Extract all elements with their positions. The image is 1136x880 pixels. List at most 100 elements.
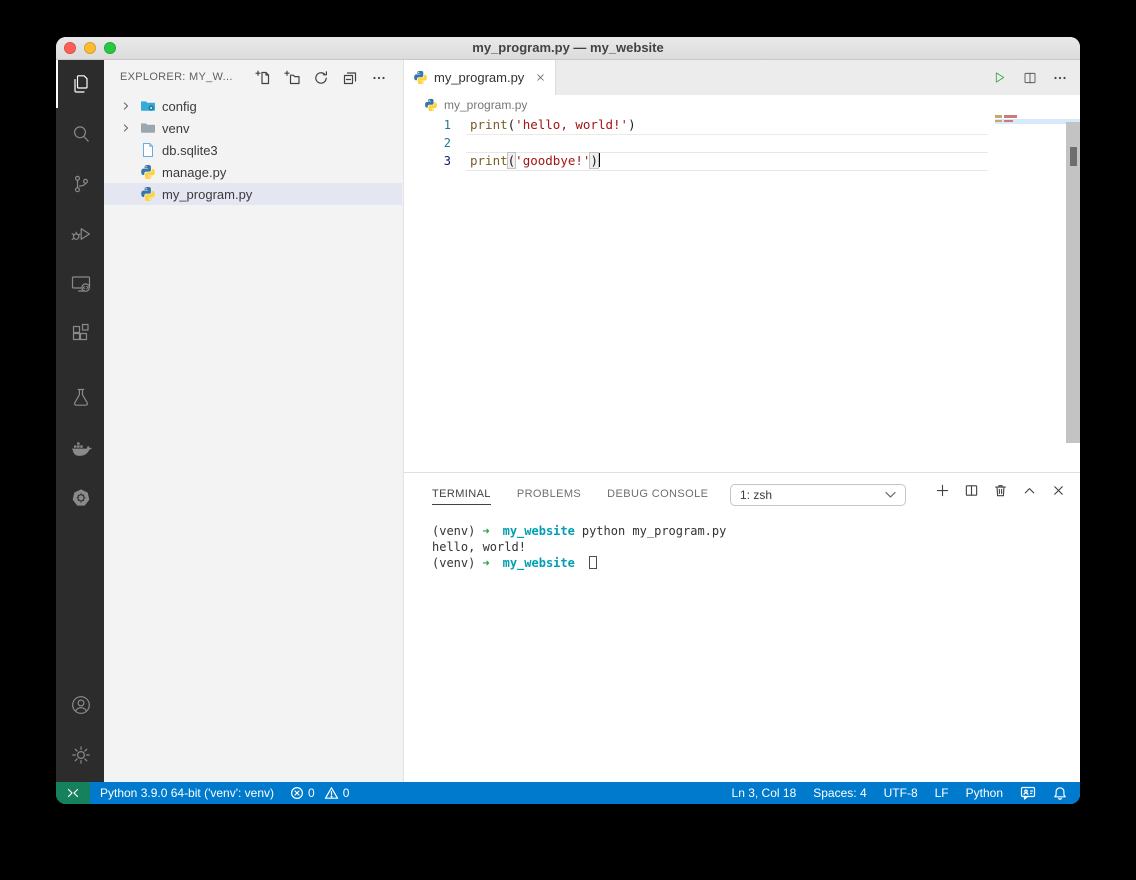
terminal-line: (venv)➜my_websitepython my_program.py xyxy=(432,523,1070,539)
folder-icon xyxy=(140,120,156,136)
terminal-output[interactable]: (venv)➜my_websitepython my_program.py he… xyxy=(432,523,1070,571)
remote-icon xyxy=(66,787,80,800)
code-line-2[interactable]: 2 xyxy=(404,134,1066,152)
activity-item-kubernetes[interactable] xyxy=(56,474,104,522)
activity-item-settings[interactable] xyxy=(56,731,104,779)
prompt-cwd: my_website xyxy=(503,524,575,538)
gear-icon xyxy=(69,743,93,767)
close-window-button[interactable] xyxy=(64,42,76,54)
more-actions-icon[interactable] xyxy=(1052,70,1068,86)
tab-problems[interactable]: PROBLEMS xyxy=(517,488,581,505)
activity-item-search[interactable] xyxy=(56,110,104,158)
breadcrumb[interactable]: my_program.py xyxy=(404,95,1080,115)
remote-indicator[interactable] xyxy=(56,782,90,804)
error-icon xyxy=(290,786,304,800)
warning-icon xyxy=(324,786,339,800)
remote-explorer-icon xyxy=(69,272,93,296)
tree-row-venv[interactable]: venv xyxy=(104,117,402,139)
chevron-down-icon xyxy=(885,491,896,499)
more-actions-icon[interactable] xyxy=(371,70,387,86)
explorer-icon xyxy=(69,72,93,96)
terminal-line: hello, world! xyxy=(432,539,1070,555)
chevron-right-icon xyxy=(120,100,132,112)
explorer-actions xyxy=(255,70,387,86)
chevron-right-icon xyxy=(120,122,132,134)
titlebar: my_program.py — my_website xyxy=(56,37,1080,60)
tree-row-config[interactable]: config xyxy=(104,95,402,117)
code-line-3[interactable]: 3 print('goodbye!') xyxy=(404,152,1066,170)
code-line-1[interactable]: 1 print('hello, world!') xyxy=(404,116,1066,134)
file-name: venv xyxy=(162,121,189,136)
tree-row-db-sqlite3[interactable]: db.sqlite3 xyxy=(104,139,402,161)
line-number[interactable]: 2 xyxy=(404,134,451,152)
database-file-icon xyxy=(140,142,156,158)
tree-row-manage-py[interactable]: manage.py xyxy=(104,161,402,183)
editor-actions xyxy=(991,60,1068,95)
feedback-icon[interactable] xyxy=(1020,786,1036,800)
config-folder-icon xyxy=(140,98,156,114)
python-interpreter-status[interactable]: Python 3.9.0 64-bit ('venv': venv) xyxy=(100,786,274,800)
problems-status[interactable]: 0 0 xyxy=(290,786,349,800)
eol-status[interactable]: LF xyxy=(935,786,949,800)
indentation-status[interactable]: Spaces: 4 xyxy=(813,786,866,800)
new-terminal-button[interactable] xyxy=(935,483,950,498)
python-file-icon xyxy=(140,186,156,202)
split-editor-button[interactable] xyxy=(1022,70,1038,86)
prompt-arrow: ➜ xyxy=(482,524,489,538)
activity-item-docker[interactable] xyxy=(56,424,104,472)
terminal-line: (venv)➜my_website xyxy=(432,555,1070,571)
notifications-bell-icon[interactable] xyxy=(1053,786,1067,801)
minimize-window-button[interactable] xyxy=(84,42,96,54)
explorer-sidebar: EXPLORER: MY_W... config xyxy=(104,60,404,782)
line-number[interactable]: 1 xyxy=(404,116,451,134)
scrollbar-thumb[interactable] xyxy=(1070,147,1077,166)
python-file-icon xyxy=(140,164,156,180)
bottom-panel: TERMINAL PROBLEMS DEBUG CONSOLE 1: zsh (… xyxy=(404,472,1080,782)
close-tab-icon[interactable] xyxy=(535,72,546,83)
tab-label: my_program.py xyxy=(434,70,524,85)
terminal-picker-dropdown[interactable]: 1: zsh xyxy=(730,484,906,506)
tab-debug-console[interactable]: DEBUG CONSOLE xyxy=(607,488,708,505)
run-python-file-button[interactable] xyxy=(991,69,1008,86)
split-terminal-button[interactable] xyxy=(964,483,979,498)
text-cursor xyxy=(599,153,601,167)
kill-terminal-trash-icon[interactable] xyxy=(993,483,1008,498)
status-bar: Python 3.9.0 64-bit ('venv': venv) 0 0 L… xyxy=(56,782,1080,804)
python-file-icon xyxy=(413,70,428,85)
activity-item-run-and-debug[interactable] xyxy=(56,210,104,258)
refresh-icon[interactable] xyxy=(313,70,329,86)
warning-count: 0 xyxy=(343,786,350,800)
panel-tabs: TERMINAL PROBLEMS DEBUG CONSOLE xyxy=(432,488,708,505)
prompt-arrow: ➜ xyxy=(482,556,489,570)
zoom-window-button[interactable] xyxy=(104,42,116,54)
terminal-picker-value: 1: zsh xyxy=(740,488,772,502)
new-file-button[interactable] xyxy=(255,70,271,86)
activity-item-remote-explorer[interactable] xyxy=(56,260,104,308)
activity-item-explorer[interactable] xyxy=(56,60,104,108)
activity-item-accounts[interactable] xyxy=(56,681,104,729)
new-folder-button[interactable] xyxy=(284,70,300,86)
language-mode-status[interactable]: Python xyxy=(966,786,1003,800)
activity-bar xyxy=(56,60,104,782)
file-name: config xyxy=(162,99,197,114)
minimap[interactable] xyxy=(995,115,1017,118)
line-number[interactable]: 3 xyxy=(404,152,451,170)
kubernetes-icon xyxy=(69,486,93,510)
close-panel-icon[interactable] xyxy=(1051,483,1066,498)
explorer-title: EXPLORER: MY_W... xyxy=(120,71,233,83)
editor-scrollbar[interactable] xyxy=(1066,122,1080,443)
activity-item-source-control[interactable] xyxy=(56,160,104,208)
tab-terminal[interactable]: TERMINAL xyxy=(432,488,491,505)
tree-row-my-program-py[interactable]: my_program.py xyxy=(104,183,402,205)
maximize-panel-chevron-up-icon[interactable] xyxy=(1022,483,1037,498)
account-icon xyxy=(69,693,93,717)
activity-item-testing[interactable] xyxy=(56,374,104,422)
python-file-icon xyxy=(424,98,438,112)
encoding-status[interactable]: UTF-8 xyxy=(884,786,918,800)
cursor-position-status[interactable]: Ln 3, Col 18 xyxy=(732,786,797,800)
activity-item-extensions[interactable] xyxy=(56,310,104,358)
search-icon xyxy=(69,122,93,146)
file-name: db.sqlite3 xyxy=(162,143,218,158)
collapse-folders-button[interactable] xyxy=(342,70,358,86)
tab-my-program-py[interactable]: my_program.py xyxy=(404,60,556,95)
